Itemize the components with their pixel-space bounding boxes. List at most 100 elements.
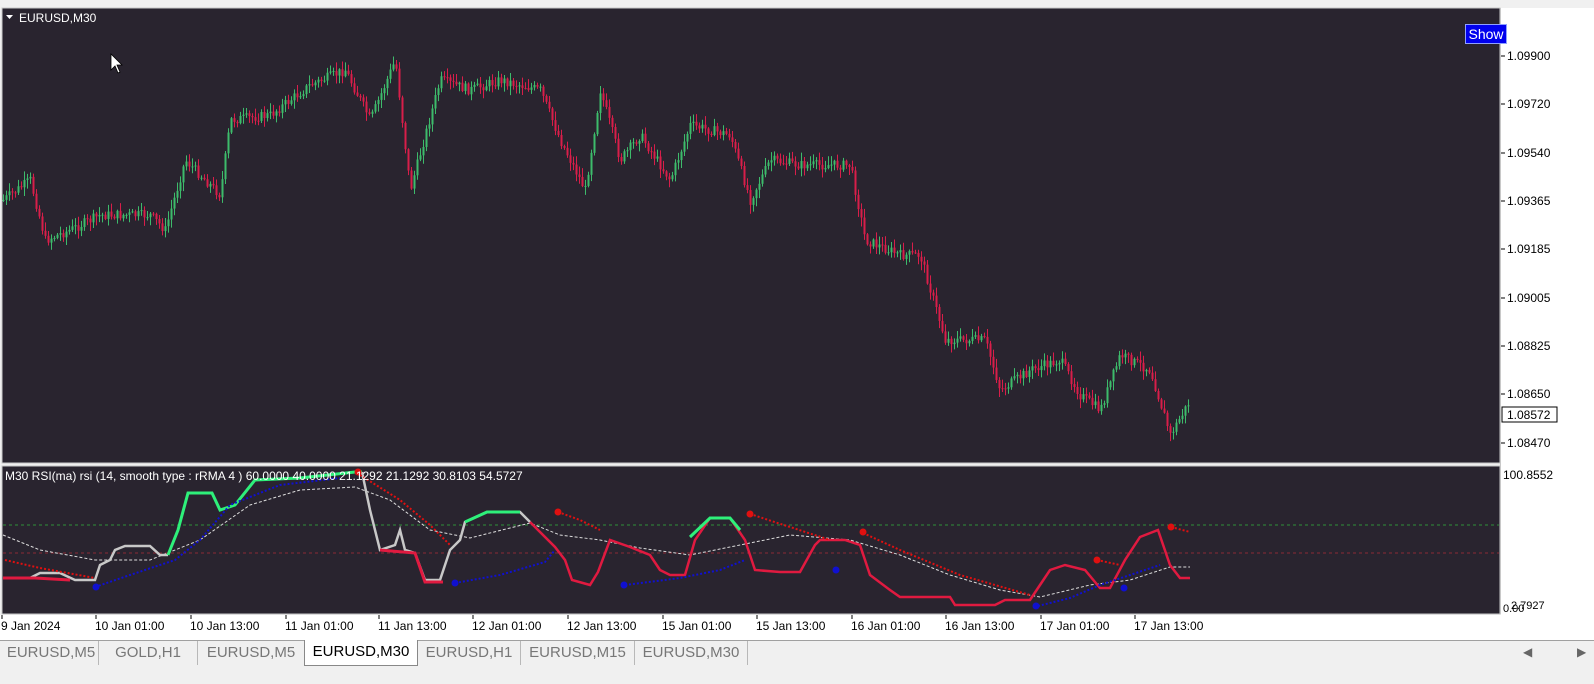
indicator-label: M30 RSI(ma) rsi (14, smooth type : rRMA … — [5, 469, 523, 483]
tab-eurusd-m5-2[interactable]: EURUSD,M5 — [198, 641, 305, 665]
candle-body — [920, 256, 923, 262]
candle-body — [683, 141, 686, 152]
indicator-max-label: 100.8552 — [1503, 468, 1553, 482]
candle-body — [506, 78, 509, 87]
tab-eurusd-h1[interactable]: EURUSD,H1 — [418, 641, 521, 665]
candle-body — [167, 219, 170, 227]
show-button[interactable]: Show — [1465, 24, 1507, 44]
candle-body — [182, 166, 185, 183]
candle-body — [1106, 387, 1109, 404]
candle-body — [803, 161, 806, 169]
candle-body — [509, 80, 512, 87]
candle-body — [563, 146, 566, 148]
candle-body — [755, 189, 758, 199]
candle-body — [1097, 401, 1100, 412]
candle-body — [545, 95, 548, 102]
candle-body — [416, 159, 419, 176]
tab-eurusd-m30-active[interactable]: EURUSD,M30 — [304, 640, 418, 666]
scroll-right-icon[interactable]: ▶ — [1577, 645, 1586, 659]
tab-gold-h1[interactable]: GOLD,H1 — [99, 641, 198, 665]
candle-body — [281, 104, 284, 113]
candle-body — [260, 111, 263, 121]
candle-body — [818, 160, 821, 165]
candle-body — [632, 142, 635, 144]
candle-body — [524, 88, 527, 90]
candle-body — [14, 192, 17, 194]
signal-dot — [554, 508, 562, 516]
candle-body — [980, 336, 983, 341]
chart-window[interactable]: EURUSD,M30 M30 RSI(ma) rsi (14, smooth t… — [0, 0, 1594, 640]
candle-body — [581, 176, 584, 187]
candle-body — [767, 162, 770, 167]
candle-body — [104, 214, 107, 219]
candle-body — [23, 179, 26, 188]
tab-eurusd-m5[interactable]: EURUSD,M5 — [4, 641, 99, 665]
candle-body — [53, 237, 56, 239]
candle-body — [263, 111, 266, 118]
scroll-left-icon[interactable]: ◀ — [1523, 645, 1532, 659]
candle-body — [461, 82, 464, 92]
candle-body — [1079, 394, 1082, 400]
candle-body — [1175, 422, 1178, 432]
candle-body — [1169, 426, 1172, 433]
candle-body — [635, 142, 638, 144]
candle-body — [758, 183, 761, 190]
candle-body — [1172, 431, 1175, 433]
candle-body — [50, 238, 53, 243]
candle-body — [1130, 354, 1133, 366]
candle-body — [734, 141, 737, 149]
candle-body — [413, 175, 416, 189]
candle-body — [827, 165, 830, 169]
candle-body — [1136, 358, 1139, 360]
candle-body — [248, 113, 251, 117]
candle-body — [1064, 358, 1067, 365]
candle-body — [149, 213, 152, 218]
time-label: 11 Jan 01:00 — [285, 619, 354, 633]
candle-body — [170, 208, 173, 220]
candle-body — [821, 164, 824, 170]
main-price-panel[interactable] — [1, 7, 1501, 464]
candle-body — [242, 114, 245, 116]
candle-body — [1100, 404, 1103, 412]
candle-body — [185, 161, 188, 167]
candle-body — [212, 183, 215, 186]
candle-body — [389, 69, 392, 79]
candle-body — [80, 226, 83, 231]
candle-body — [989, 343, 992, 357]
candle-body — [1088, 395, 1091, 398]
candle-body — [365, 101, 368, 113]
candle-body — [467, 83, 470, 95]
candle-body — [1109, 381, 1112, 388]
signal-dot — [832, 566, 840, 574]
candle-body — [455, 81, 458, 85]
candle-body — [272, 111, 275, 116]
candle-body — [428, 124, 431, 129]
candle-body — [482, 87, 485, 91]
candle-body — [800, 161, 803, 169]
candle-body — [557, 130, 560, 136]
candle-body — [17, 186, 20, 193]
candle-body — [245, 113, 248, 115]
candle-body — [293, 93, 296, 101]
candle-body — [1028, 370, 1031, 377]
candle-body — [1052, 360, 1055, 366]
candle-body — [503, 78, 506, 84]
candle-body — [629, 142, 632, 151]
candle-body — [161, 223, 164, 232]
candle-body — [1187, 405, 1190, 407]
candle-body — [188, 161, 191, 167]
candle-body — [1022, 370, 1025, 379]
candle-body — [938, 307, 941, 321]
candle-body — [95, 213, 98, 217]
candle-body — [596, 112, 599, 135]
signal-dot — [92, 583, 100, 591]
candle-body — [863, 217, 866, 235]
rsi-indicator-panel[interactable] — [1, 465, 1501, 615]
candle-body — [74, 225, 77, 227]
candle-body — [725, 131, 728, 134]
candle-body — [542, 86, 545, 96]
tab-eurusd-m15[interactable]: EURUSD,M15 — [521, 641, 635, 665]
candle-body — [599, 93, 602, 113]
tab-eurusd-m30[interactable]: EURUSD,M30 — [635, 641, 748, 665]
signal-dot — [620, 581, 628, 589]
